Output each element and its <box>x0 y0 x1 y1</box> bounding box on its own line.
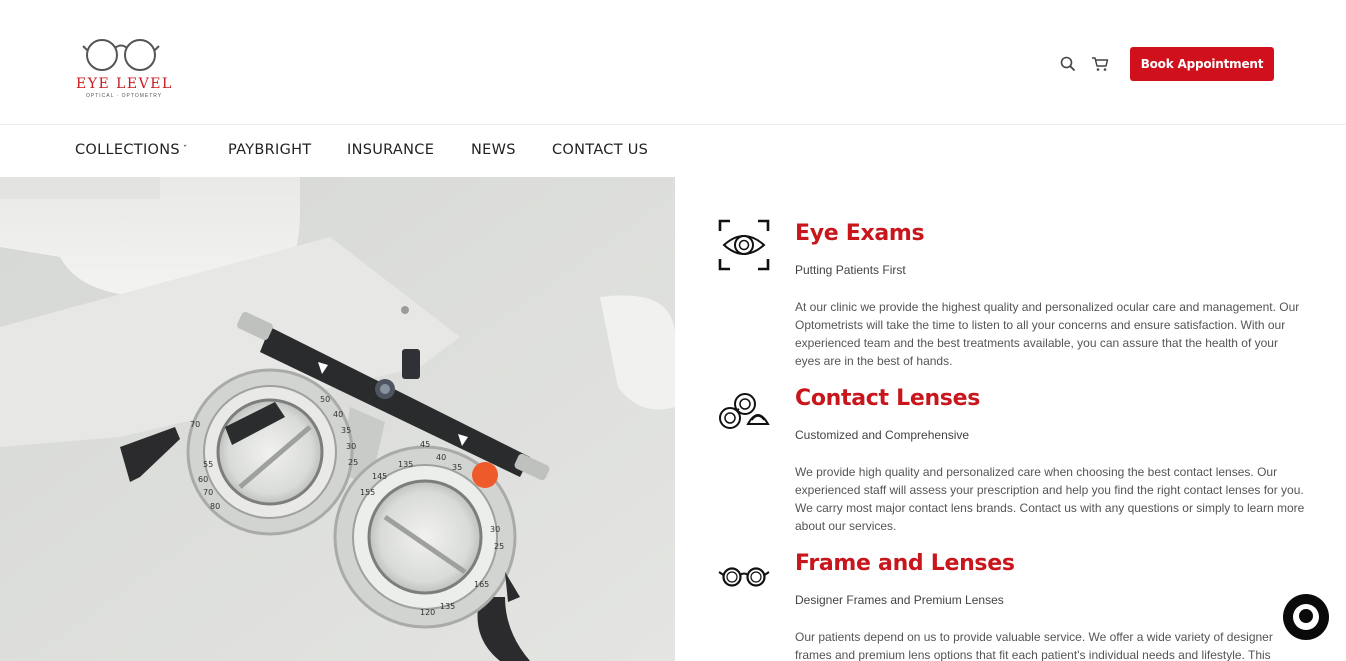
service-title: Eye Exams <box>795 221 925 246</box>
trial-frame-illustration: 70 50 40 35 30 25 55 60 70 80 45 40 35 3… <box>0 177 675 661</box>
services-section: Eye Exams Putting Patients First At our … <box>675 177 1346 661</box>
site-header: EYE LEVEL OPTICAL · OPTOMETRY Book Appoi… <box>0 0 1346 125</box>
scale-label: 55 <box>203 460 213 469</box>
logo[interactable]: EYE LEVEL OPTICAL · OPTOMETRY <box>72 36 171 102</box>
scale-label: 135 <box>398 460 413 469</box>
nav-item-collections[interactable]: COLLECTIONS ˇ <box>75 142 188 158</box>
service-description: At our clinic we provide the highest qua… <box>795 300 1300 368</box>
scale-label: 50 <box>320 395 330 404</box>
service-subtitle: Putting Patients First <box>795 263 906 277</box>
nav-item-paybright[interactable]: PAYBRIGHT <box>228 142 311 158</box>
service-title: Frame and Lenses <box>795 551 1015 576</box>
contact-lens-case-icon <box>719 393 770 429</box>
scale-label: 70 <box>203 488 213 497</box>
search-icon[interactable] <box>1059 55 1077 73</box>
service-subtitle: Customized and Comprehensive <box>795 428 970 442</box>
scale-label: 45 <box>420 440 430 449</box>
scale-label: 25 <box>494 542 504 551</box>
nav-item-label: COLLECTIONS <box>75 142 180 158</box>
hero-image: 70 50 40 35 30 25 55 60 70 80 45 40 35 3… <box>0 177 675 661</box>
chat-bubble-icon[interactable] <box>1283 594 1329 640</box>
logo-text: EYE LEVEL <box>76 76 173 92</box>
service-subtitle: Designer Frames and Premium Lenses <box>795 593 1004 607</box>
scale-label: 30 <box>346 442 356 451</box>
eyeglasses-icon <box>718 567 770 587</box>
nav-item-insurance[interactable]: INSURANCE <box>347 142 434 158</box>
scale-label: 165 <box>474 580 489 589</box>
scale-label: 40 <box>333 410 343 419</box>
scale-label: 120 <box>420 608 435 617</box>
scale-label: 80 <box>210 502 220 511</box>
nav-item-contact-us[interactable]: CONTACT US <box>552 142 648 158</box>
nav-item-news[interactable]: NEWS <box>471 142 516 158</box>
book-appointment-button[interactable]: Book Appointment <box>1130 47 1274 81</box>
scale-label: 40 <box>436 453 446 462</box>
scale-label: 30 <box>490 525 500 534</box>
service-title: Contact Lenses <box>795 386 981 411</box>
cart-icon[interactable] <box>1091 55 1109 73</box>
chevron-down-icon: ˇ <box>182 145 188 155</box>
scale-label: 135 <box>440 602 455 611</box>
scale-label: 60 <box>198 475 208 484</box>
scale-label: 155 <box>360 488 375 497</box>
scale-label: 145 <box>372 472 387 481</box>
scale-label: 35 <box>341 426 351 435</box>
service-description: Our patients depend on us to provide val… <box>795 630 1273 661</box>
logo-subtext: OPTICAL · OPTOMETRY <box>86 93 163 99</box>
service-description: We provide high quality and personalized… <box>795 465 1305 533</box>
scale-label: 70 <box>190 420 200 429</box>
main-nav: COLLECTIONS ˇ PAYBRIGHT INSURANCE NEWS CO… <box>0 125 1346 177</box>
scale-label: 25 <box>348 458 358 467</box>
scale-label: 35 <box>452 463 462 472</box>
eye-scan-icon <box>718 219 770 271</box>
logo-glasses-icon <box>82 39 160 71</box>
